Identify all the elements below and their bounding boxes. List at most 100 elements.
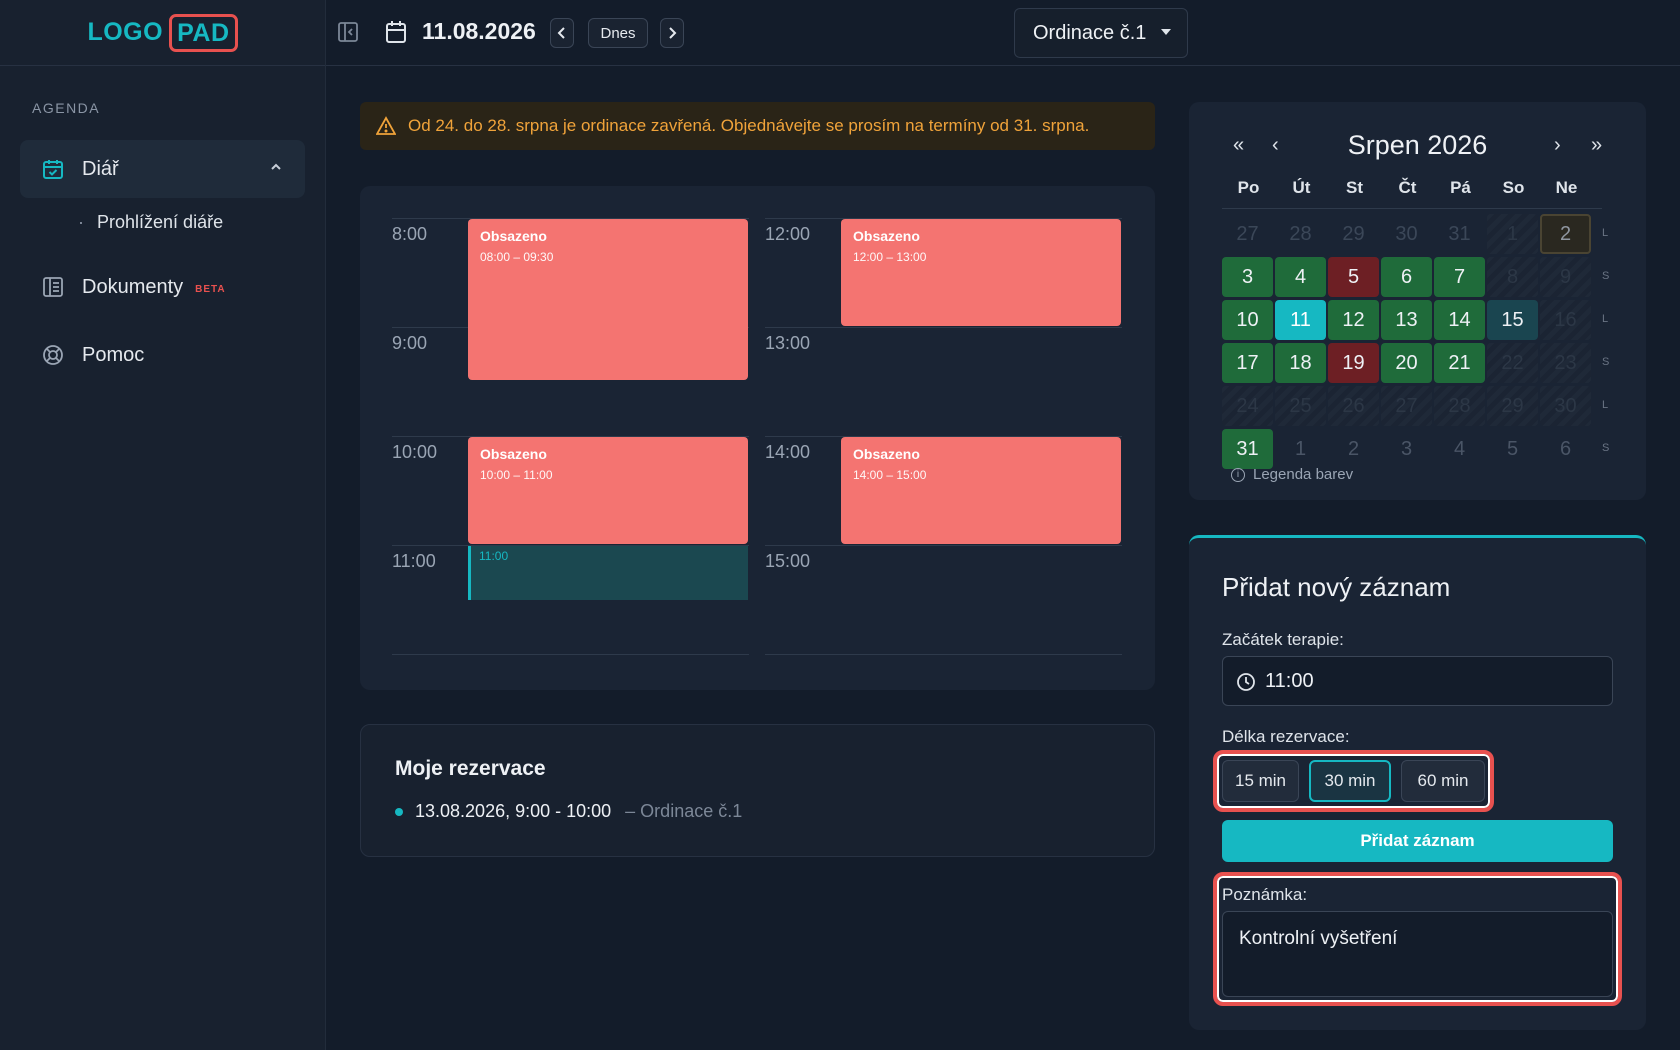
prev-day-button[interactable] [550, 18, 574, 48]
calendar-day[interactable]: 30 [1381, 214, 1432, 254]
calendar-day[interactable]: 29 [1328, 214, 1379, 254]
next-day-button[interactable] [660, 18, 684, 48]
event-time: 12:00 – 13:00 [853, 250, 927, 264]
calendar-day[interactable]: 2 [1540, 214, 1591, 254]
calendar-day[interactable]: 3 [1222, 257, 1273, 297]
note-label: Poznámka: [1222, 885, 1308, 904]
event-title: Obsazeno [853, 228, 920, 244]
calendar-day[interactable]: 5 [1328, 257, 1379, 297]
calendar-day[interactable]: 4 [1275, 257, 1326, 297]
chevron-up-icon[interactable] [269, 160, 283, 179]
calendar-day[interactable]: 25 [1275, 386, 1326, 426]
selected-time-slot[interactable]: 11:00 [468, 546, 748, 600]
calendar-day[interactable]: 31 [1434, 214, 1485, 254]
calendar-day[interactable]: 21 [1434, 343, 1485, 383]
calendar-day[interactable]: 7 [1434, 257, 1485, 297]
add-record-form: Přidat nový záznam Začátek terapie: 11:0… [1189, 535, 1646, 1030]
sidebar-item-dokumenty[interactable]: Dokumenty BETA [20, 258, 305, 316]
note-textarea[interactable]: Kontrolní vyšetření [1222, 911, 1613, 997]
event-title: Obsazeno [853, 446, 920, 462]
week-tag: L [1602, 399, 1609, 411]
day-schedule: 8:00 9:00 10:00 11:00 Obsazeno 08:00 – 0… [360, 186, 1155, 690]
calendar-icon[interactable] [384, 19, 410, 47]
calendar-day[interactable]: 1 [1275, 429, 1326, 469]
busy-event[interactable]: Obsazeno 12:00 – 13:00 [841, 219, 1121, 326]
busy-event[interactable]: Obsazeno 10:00 – 11:00 [468, 437, 748, 544]
week-tag: S [1602, 356, 1610, 368]
calendar-day[interactable]: 23 [1540, 343, 1591, 383]
calendar-day-selected[interactable]: 11 [1275, 300, 1326, 340]
hour-line [765, 654, 1122, 655]
room-select[interactable]: Ordinace č.1 [1014, 8, 1188, 58]
calendar-day[interactable]: 31 [1222, 429, 1273, 469]
top-bar: 11.08.2026 Dnes Ordinace č.1 [326, 0, 1680, 66]
calendar-day[interactable]: 19 [1328, 343, 1379, 383]
today-button[interactable]: Dnes [588, 18, 648, 48]
calendar-day[interactable]: 27 [1222, 214, 1273, 254]
duration-30-button[interactable]: 30 min [1309, 760, 1391, 802]
calendar-day[interactable]: 3 [1381, 429, 1432, 469]
calendar-day[interactable]: 8 [1487, 257, 1538, 297]
busy-event[interactable]: Obsazeno 14:00 – 15:00 [841, 437, 1121, 544]
calendar-day[interactable]: 29 [1487, 386, 1538, 426]
calendar-day[interactable]: 1 [1487, 214, 1538, 254]
sidebar-subitem-label: Prohlížení diáře [97, 212, 224, 232]
reservations-title: Moje rezervace [395, 757, 546, 780]
calendar-day[interactable]: 24 [1222, 386, 1273, 426]
duration-15-button[interactable]: 15 min [1222, 760, 1299, 802]
start-time-input[interactable]: 11:00 [1222, 656, 1613, 706]
calendar-day[interactable]: 2 [1328, 429, 1379, 469]
current-date[interactable]: 11.08.2026 [422, 18, 536, 45]
week-tag: S [1602, 270, 1610, 282]
duration-60-button[interactable]: 60 min [1401, 760, 1485, 802]
calendar-day[interactable]: 5 [1487, 429, 1538, 469]
calendar-day[interactable]: 6 [1540, 429, 1591, 469]
calendar-day[interactable]: 27 [1381, 386, 1432, 426]
week-tag: L [1602, 227, 1609, 239]
reservation-item[interactable]: 13.08.2026, 9:00 - 10:00 – Ordinace č.1 [395, 801, 742, 822]
sidebar-item-pomoc[interactable]: Pomoc [20, 326, 305, 384]
calendar-day[interactable]: 16 [1540, 300, 1591, 340]
calendar-day[interactable]: 30 [1540, 386, 1591, 426]
calendar-day[interactable]: 28 [1275, 214, 1326, 254]
closure-notice: Od 24. do 28. srpna je ordinace zavřená.… [360, 102, 1155, 150]
hour-label: 11:00 [392, 551, 436, 571]
add-record-button[interactable]: Přidat záznam [1222, 820, 1613, 862]
calendar-day[interactable]: 28 [1434, 386, 1485, 426]
bullet-dot [395, 807, 403, 816]
event-time: 10:00 – 11:00 [480, 468, 553, 482]
calendar-day[interactable]: 12 [1328, 300, 1379, 340]
calendar-day[interactable]: 10 [1222, 300, 1273, 340]
hour-label: 12:00 [765, 224, 811, 244]
month-calendar: « ‹ Srpen 2026 › » Po Út St Čt Pá So Ne 27 28 29… [1189, 102, 1646, 500]
divider [1222, 208, 1602, 209]
sidebar-item-label: Pomoc [82, 343, 145, 366]
weekday-label: Po [1237, 178, 1260, 197]
event-title: Obsazeno [480, 228, 547, 244]
beta-badge: BETA [195, 283, 226, 295]
schedule-column-morning: 8:00 9:00 10:00 11:00 Obsazeno 08:00 – 0… [392, 218, 749, 655]
hour-line [765, 545, 1122, 546]
color-legend-link[interactable]: i Legenda barev [1231, 466, 1353, 483]
busy-event[interactable]: Obsazeno 08:00 – 09:30 [468, 219, 748, 380]
sidebar-subitem-prohlizeni[interactable]: · Prohlížení diáře [78, 212, 223, 233]
calendar-header: « ‹ Srpen 2026 › » [1189, 130, 1646, 162]
calendar-day[interactable]: 9 [1540, 257, 1591, 297]
calendar-day[interactable]: 22 [1487, 343, 1538, 383]
calendar-day[interactable]: 13 [1381, 300, 1432, 340]
calendar-day[interactable]: 26 [1328, 386, 1379, 426]
sidebar-item-diar[interactable]: Diář [20, 140, 305, 198]
calendar-day[interactable]: 6 [1381, 257, 1432, 297]
next-year-button[interactable]: » [1591, 134, 1602, 157]
calendar-day[interactable]: 18 [1275, 343, 1326, 383]
calendar-day[interactable]: 14 [1434, 300, 1485, 340]
sidebar-toggle-icon[interactable] [336, 20, 362, 46]
logo[interactable]: LOGO PAD [0, 0, 325, 66]
chevron-right-icon [669, 27, 677, 39]
calendar-day[interactable]: 4 [1434, 429, 1485, 469]
calendar-day[interactable]: 17 [1222, 343, 1273, 383]
next-month-button[interactable]: › [1554, 134, 1561, 157]
chevron-left-icon [557, 27, 565, 39]
calendar-day[interactable]: 20 [1381, 343, 1432, 383]
calendar-day[interactable]: 15 [1487, 300, 1538, 340]
